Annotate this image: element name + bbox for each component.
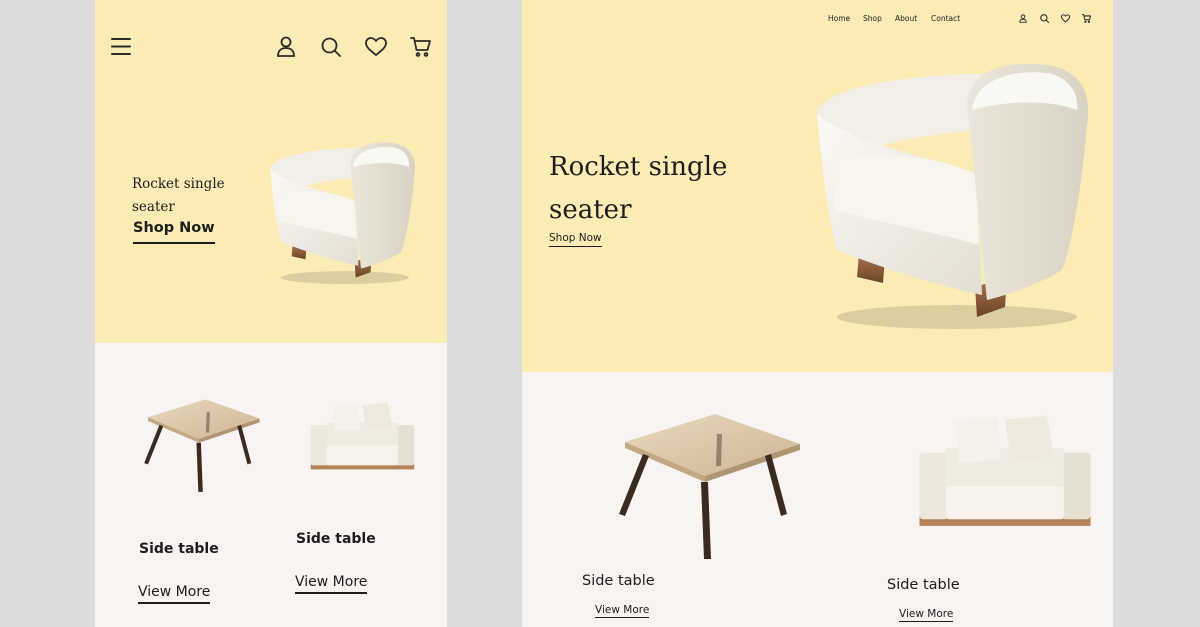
view-more-link[interactable]: View More bbox=[295, 574, 368, 594]
search-icon[interactable] bbox=[1040, 14, 1049, 23]
product-name: Side table bbox=[296, 531, 376, 547]
user-icon[interactable] bbox=[276, 36, 296, 57]
hero-title-line1: Rocket single bbox=[549, 152, 728, 182]
nav-link-home[interactable]: Home bbox=[828, 14, 850, 23]
nav-link-contact[interactable]: Contact bbox=[931, 14, 960, 23]
hero-title: Rocket single seater bbox=[132, 173, 225, 219]
product-image-sofa[interactable] bbox=[910, 410, 1100, 543]
products-section: Side table Side table View More View Mor… bbox=[95, 343, 447, 627]
menu-icon[interactable] bbox=[111, 37, 131, 56]
shop-now-link[interactable]: Shop Now bbox=[549, 232, 602, 247]
product-name: Side table bbox=[582, 573, 655, 589]
product-image-table[interactable] bbox=[135, 393, 263, 495]
cart-icon[interactable] bbox=[1082, 14, 1091, 23]
product-name: Side table bbox=[139, 541, 219, 557]
hero-title: Rocket single seater bbox=[549, 146, 727, 232]
product-image-sofa[interactable] bbox=[305, 398, 420, 481]
view-more-link[interactable]: View More bbox=[595, 604, 650, 618]
armchair-image bbox=[265, 135, 425, 290]
hero-title-line1: Rocket single bbox=[132, 176, 225, 192]
desktop-mockup: Home Shop About Contact Rocket single se… bbox=[522, 0, 1113, 627]
heart-icon[interactable] bbox=[1061, 14, 1070, 23]
hero-title-line2: seater bbox=[549, 195, 632, 225]
products-section: Side table Side table View More View Mor… bbox=[522, 372, 1113, 627]
hero-section: Home Shop About Contact Rocket single se… bbox=[522, 0, 1113, 372]
mobile-mockup: Rocket single seater Shop Now Side table… bbox=[95, 0, 447, 627]
hero-title-line2: seater bbox=[132, 199, 175, 215]
nav-link-about[interactable]: About bbox=[895, 14, 917, 23]
armchair-image bbox=[807, 55, 1107, 335]
hero-section: Rocket single seater Shop Now bbox=[95, 0, 447, 343]
search-icon[interactable] bbox=[321, 37, 341, 57]
view-more-link[interactable]: View More bbox=[899, 608, 954, 622]
user-icon[interactable] bbox=[1019, 14, 1027, 23]
nav-link-shop[interactable]: Shop bbox=[863, 14, 882, 23]
product-name: Side table bbox=[887, 577, 960, 593]
product-image-table[interactable] bbox=[605, 404, 805, 564]
heart-icon[interactable] bbox=[365, 37, 387, 57]
cart-icon[interactable] bbox=[410, 37, 431, 57]
shop-now-link[interactable]: Shop Now bbox=[133, 220, 215, 244]
view-more-link[interactable]: View More bbox=[138, 584, 211, 604]
